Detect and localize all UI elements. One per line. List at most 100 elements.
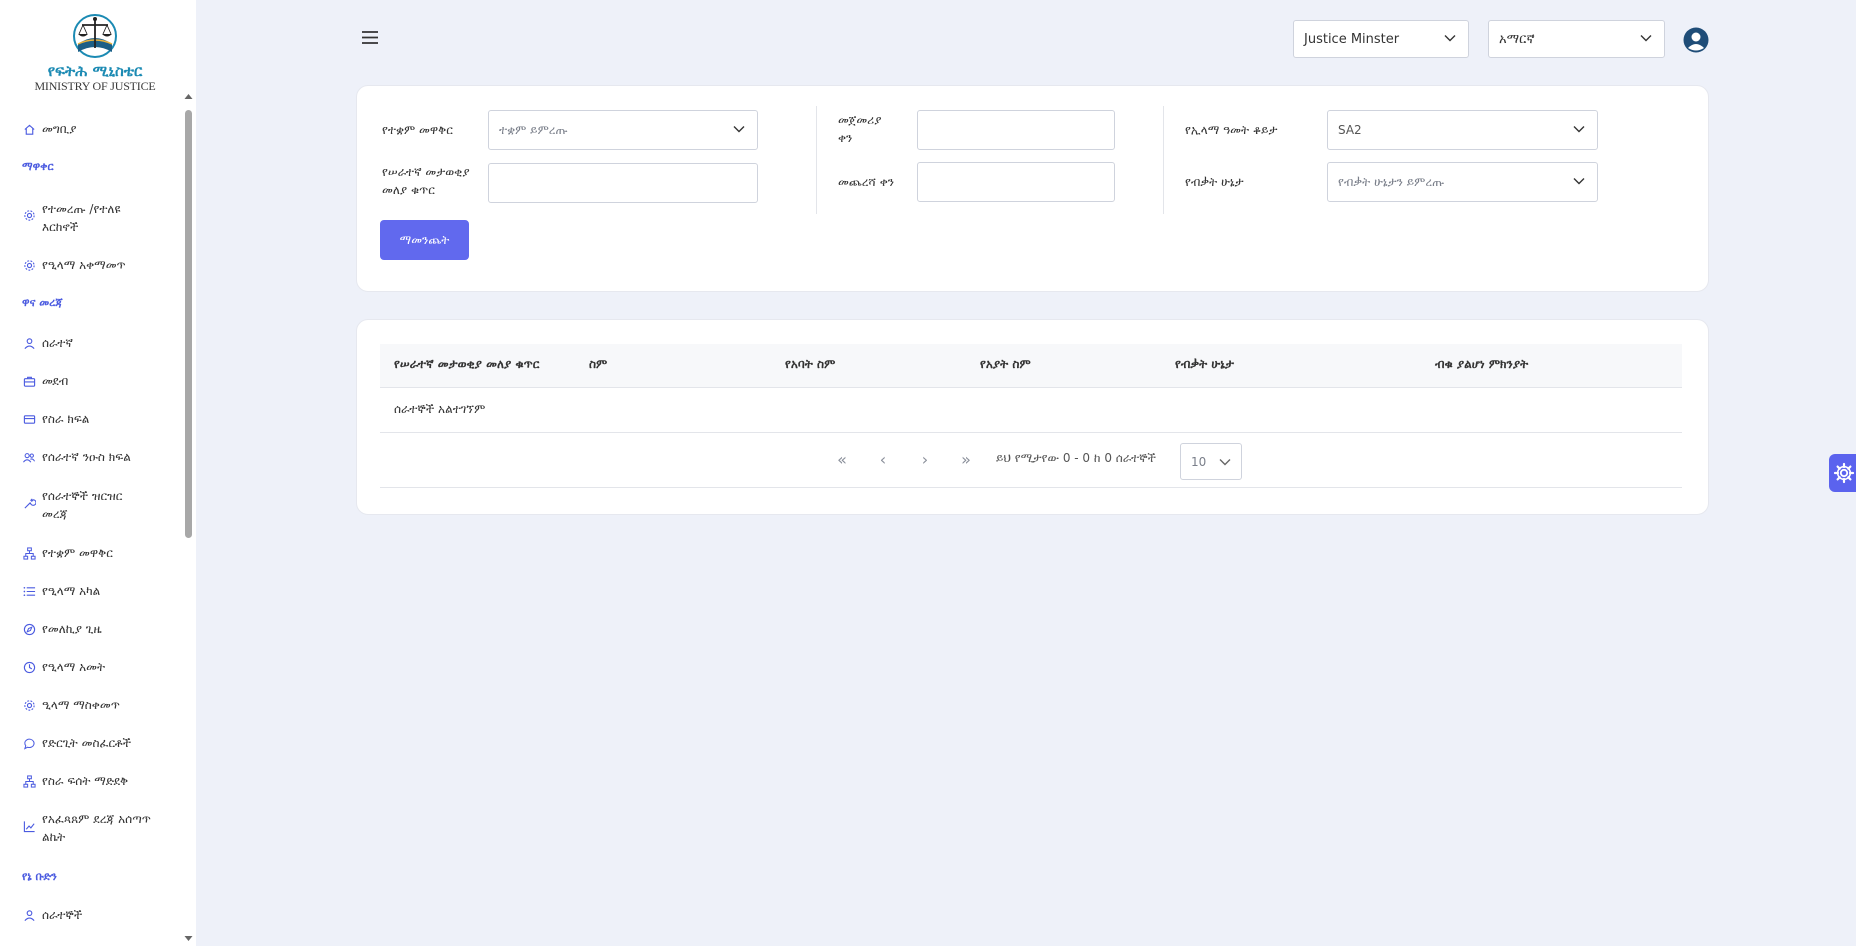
sidebar-item-employee-subunit[interactable]: የሰራተኛ ንዑስ ክፍል — [22, 448, 172, 466]
pagination-info: ይህ የሚታየው 0 - 0 ከ 0 ሰራተኞች — [996, 451, 1157, 465]
filter-divider — [816, 106, 817, 214]
role-select-value: Justice Minster — [1304, 31, 1400, 47]
hamburger-menu-icon[interactable] — [361, 30, 381, 46]
sidebar-item-label: የተቋም መዋቅር — [42, 546, 113, 560]
sidebar-item-label: መግቢያ — [42, 122, 77, 136]
card-icon — [22, 412, 36, 426]
sidebar-item-label: የሰራተኞች ዝርዝር መረጃ — [42, 489, 123, 521]
chevron-down-icon — [733, 126, 745, 133]
gear-icon — [22, 258, 36, 272]
eligibility-select[interactable]: የብቃት ሁኔታን ይምረጡ — [1327, 162, 1598, 202]
column-header-ineligibility-reason[interactable]: ብቁ ያልሆነ ምክንያት — [1435, 357, 1528, 372]
tool-icon — [22, 496, 36, 510]
scales-of-justice-icon — [73, 14, 117, 58]
sidebar-item-label: የዒላማ አቀማመጥ — [42, 258, 126, 272]
sitemap-icon — [22, 546, 36, 560]
sidebar-item-label: የዒላማ አመት — [42, 660, 106, 674]
target-year-select[interactable]: SA2 — [1327, 110, 1598, 150]
gear-icon — [1833, 462, 1855, 484]
end-date-label: መጨረሻ ቀን — [838, 175, 895, 189]
home-icon — [22, 122, 36, 136]
sidebar-item-action-criteria[interactable]: የድርጊት መስፈርቶች — [22, 734, 172, 752]
sidebar-item-label: የስራ ፍሰት ማድደቅ — [42, 774, 129, 788]
sidebar-item-set-target[interactable]: ዒላማ ማስቀመጥ — [22, 696, 172, 714]
column-header-grandfather-name[interactable]: የአያት ስም — [980, 357, 1031, 372]
sidebar-section-master-data: ዋና መረጃ — [22, 296, 63, 309]
sidebar-item-workflow-approval[interactable]: የስራ ፍሰት ማድደቅ — [22, 772, 172, 790]
chart-icon — [22, 819, 36, 833]
end-date-input[interactable] — [917, 162, 1115, 202]
user-avatar-icon[interactable] — [1683, 27, 1709, 53]
previous-page-button[interactable]: ‹ — [873, 450, 893, 470]
sidebar-item-label: ሰራተኛ — [42, 336, 74, 350]
employee-id-input[interactable] — [488, 163, 758, 203]
chevron-down-icon — [1444, 35, 1456, 42]
sidebar-item-employees[interactable]: ሰራተኞች — [22, 906, 172, 924]
sidebar-item-target-body[interactable]: የዒላማ አካል — [22, 582, 172, 600]
compass-icon — [22, 622, 36, 636]
sidebar-item-home[interactable]: መግቢያ — [22, 120, 172, 138]
last-page-button[interactable]: » — [956, 450, 976, 470]
sidebar-item-label: የስራ ክፍል — [42, 412, 90, 426]
eligibility-select-placeholder: የብቃት ሁኔታን ይምረጡ — [1338, 174, 1445, 189]
column-header-father-name[interactable]: የአባት ስም — [785, 357, 835, 372]
users-icon — [22, 450, 36, 464]
sidebar-item-department[interactable]: የስራ ክፍል — [22, 410, 172, 428]
sidebar-item-label: መደብ — [42, 374, 69, 388]
chevron-down-icon — [1219, 459, 1231, 466]
target-year-value: SA2 — [1338, 123, 1362, 137]
start-date-label: መጀመሪያ ቀን — [838, 113, 882, 145]
sidebar-section-setup: ማዋቀር — [22, 160, 54, 173]
column-header-first-name[interactable]: ስም — [589, 357, 607, 372]
sidebar-item-label: የመለኪያ ጊዜ — [42, 622, 102, 636]
start-date-input[interactable] — [917, 110, 1115, 150]
language-select[interactable]: አማርኛ — [1488, 20, 1665, 58]
language-select-value: አማርኛ — [1499, 31, 1535, 47]
next-page-button[interactable]: › — [915, 450, 935, 470]
gear-icon — [22, 208, 36, 222]
chevron-down-icon — [1573, 178, 1585, 185]
user-icon — [22, 336, 36, 350]
sidebar-item-label: ዒላማ ማስቀመጥ — [42, 698, 120, 712]
sidebar-item-target-year[interactable]: የዒላማ አመት — [22, 658, 172, 676]
filter-divider — [1163, 106, 1164, 214]
eligibility-label: የብቃት ሁኔታ — [1185, 175, 1244, 189]
logo-amharic-text: የፍትሕ ሚኒስቴር — [47, 62, 143, 80]
ministry-logo[interactable]: የፍትሕ ሚኒስቴር MINISTRY OF JUSTICE — [0, 14, 190, 92]
sidebar-item-target-placement[interactable]: የዒላማ አቀማመጥ — [22, 256, 172, 274]
sidebar-item-institution-structure[interactable]: የተቋም መዋቅር — [22, 544, 172, 562]
sidebar-item-label: የድርጊት መስፈርቶች — [42, 736, 132, 750]
page-size-value: 10 — [1191, 455, 1207, 469]
sidebar-scrollbar-thumb[interactable] — [185, 110, 192, 538]
chat-icon — [22, 736, 36, 750]
institution-select-placeholder: ተቋም ይምረጡ — [499, 122, 568, 137]
role-select[interactable]: Justice Minster — [1293, 20, 1469, 58]
sidebar-item-selected-levels[interactable]: የተመረጡ /የተለዩ እርከኖች — [22, 200, 172, 236]
user-icon — [22, 908, 36, 922]
pagination: « ‹ › » ይህ የሚታየው 0 - 0 ከ 0 ሰራተኞች 10 — [380, 433, 1682, 488]
sidebar-item-employee[interactable]: ሰራተኛ — [22, 334, 172, 352]
scroll-up-arrow-icon[interactable] — [183, 92, 193, 100]
sidebar-item-position[interactable]: መደብ — [22, 372, 172, 390]
empty-message: ሰራተኞች አልተገኘም — [394, 402, 486, 416]
first-page-button[interactable]: « — [832, 450, 852, 470]
generate-button[interactable]: ማመንጨት — [380, 220, 469, 260]
sidebar-section-my-team: የኔ ቡድን — [22, 870, 57, 883]
clock-icon — [22, 660, 36, 674]
sidebar-item-employee-details[interactable]: የሰራተኞች ዝርዝር መረጃ — [22, 487, 172, 523]
sidebar-item-label: የተመረጡ /የተለዩ እርከኖች — [42, 202, 121, 234]
sidebar: የፍትሕ ሚኒስቴር MINISTRY OF JUSTICE መግቢያ ማዋቀር… — [0, 0, 196, 946]
sidebar-item-performance-rating[interactable]: የአፈጻጸም ደረጃ አሰጣጥ ልኬት — [22, 810, 172, 846]
employee-id-label: የሠራተኛ መታወቂያ መለያ ቁጥር — [382, 165, 470, 197]
theme-settings-button[interactable] — [1829, 454, 1856, 492]
page-size-select[interactable]: 10 — [1180, 443, 1242, 480]
chevron-down-icon — [1640, 35, 1652, 42]
sitemap-icon — [22, 774, 36, 788]
sidebar-item-measurement-period[interactable]: የመለኪያ ጊዜ — [22, 620, 172, 638]
scroll-down-arrow-icon[interactable] — [183, 934, 193, 942]
column-header-eligibility-status[interactable]: የብቃት ሁኔታ — [1175, 357, 1234, 372]
column-header-employee-id[interactable]: የሠራተኛ መታወቂያ መለያ ቁጥር — [394, 357, 539, 372]
briefcase-icon — [22, 374, 36, 388]
institution-select[interactable]: ተቋም ይምረጡ — [488, 110, 758, 150]
institution-label: የተቋም መዋቅር — [382, 123, 453, 137]
